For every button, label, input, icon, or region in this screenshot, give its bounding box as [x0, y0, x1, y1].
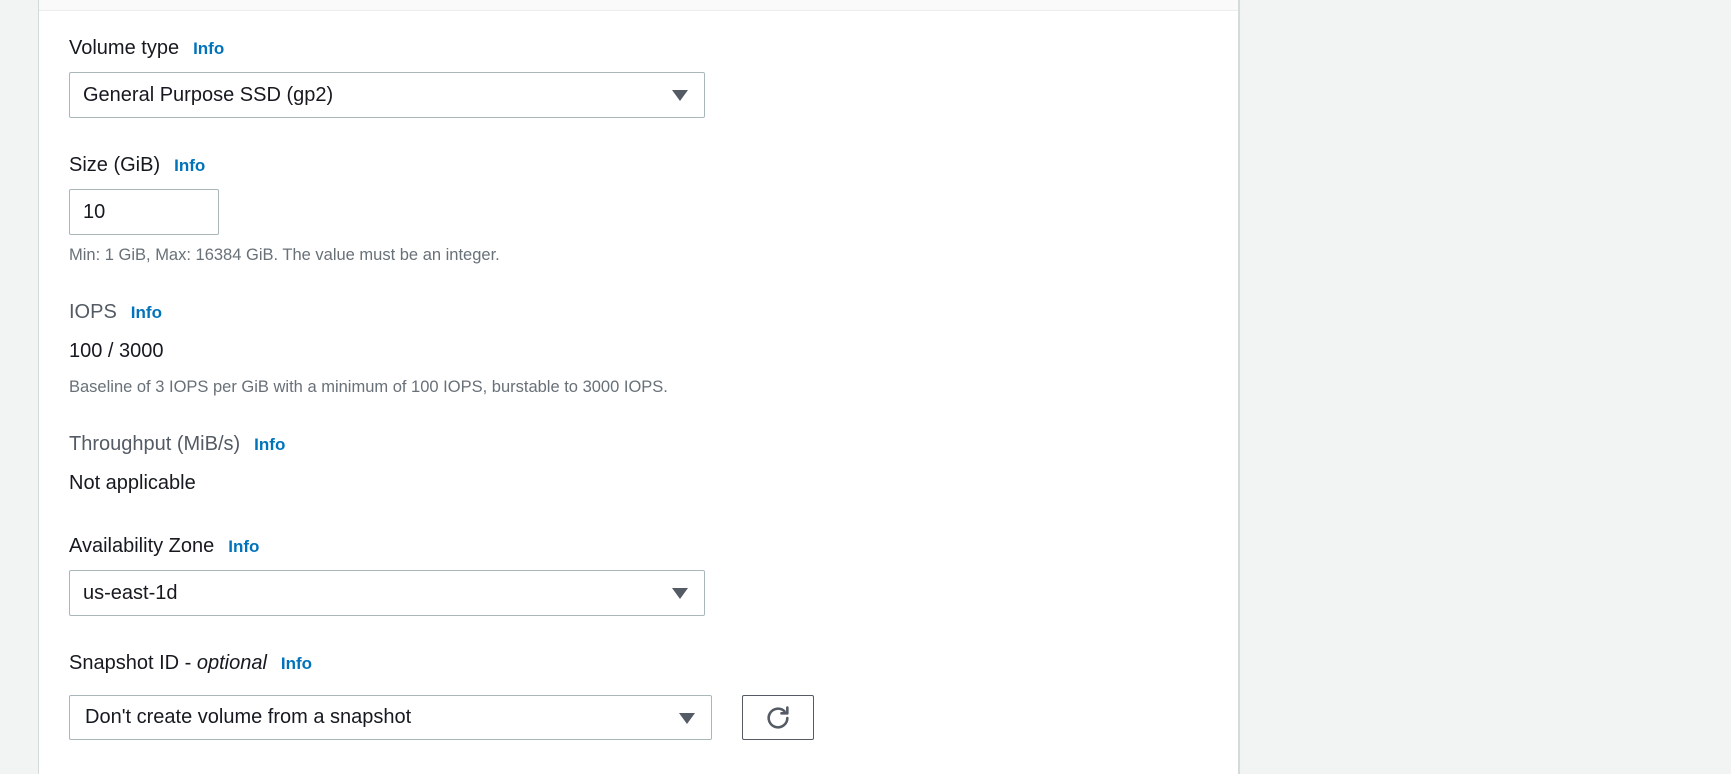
availability-zone-label: Availability Zone Info — [69, 535, 259, 558]
availability-zone-label-text: Availability Zone — [69, 535, 215, 557]
caret-down-icon — [672, 588, 688, 599]
throughput-info-link[interactable]: Info — [254, 435, 285, 454]
snapshot-id-info-link[interactable]: Info — [281, 654, 312, 673]
size-info-link[interactable]: Info — [174, 156, 205, 175]
snapshot-id-optional-text: optional — [196, 652, 267, 674]
availability-zone-info-link[interactable]: Info — [228, 537, 259, 556]
volume-type-label-text: Volume type — [69, 37, 180, 59]
refresh-snapshots-button[interactable] — [742, 695, 814, 740]
caret-down-icon — [679, 713, 695, 724]
volume-type-label: Volume type Info — [69, 37, 224, 60]
iops-info-link[interactable]: Info — [131, 303, 162, 322]
iops-label-text: IOPS — [69, 301, 117, 323]
iops-label: IOPS Info — [69, 301, 162, 324]
availability-zone-selected-value: us-east-1d — [83, 582, 178, 604]
create-volume-panel: Volume type Info General Purpose SSD (gp2… — [38, 0, 1240, 774]
iops-value: 100 / 3000 — [69, 340, 164, 362]
size-label-text: Size (GiB) — [69, 154, 161, 176]
panel-header-divider — [39, 0, 1238, 11]
throughput-value: Not applicable — [69, 472, 196, 494]
iops-hint: Baseline of 3 IOPS per GiB with a minimu… — [69, 378, 668, 396]
snapshot-id-label-text: Snapshot ID - — [69, 652, 197, 674]
size-label: Size (GiB) Info — [69, 154, 205, 177]
volume-type-info-link[interactable]: Info — [193, 39, 224, 58]
snapshot-id-label: Snapshot ID - optional Info — [69, 652, 312, 675]
size-hint: Min: 1 GiB, Max: 16384 GiB. The value mu… — [69, 246, 500, 264]
snapshot-id-select[interactable]: Don't create volume from a snapshot — [69, 695, 712, 740]
throughput-label: Throughput (MiB/s) Info — [69, 433, 285, 456]
availability-zone-select[interactable]: us-east-1d — [69, 570, 705, 616]
snapshot-id-selected-value: Don't create volume from a snapshot — [85, 706, 412, 728]
throughput-label-text: Throughput (MiB/s) — [69, 433, 241, 455]
volume-type-select[interactable]: General Purpose SSD (gp2) — [69, 72, 705, 118]
volume-type-selected-value: General Purpose SSD (gp2) — [83, 84, 334, 106]
caret-down-icon — [672, 90, 688, 101]
refresh-icon — [767, 705, 789, 729]
size-input[interactable] — [69, 189, 219, 235]
